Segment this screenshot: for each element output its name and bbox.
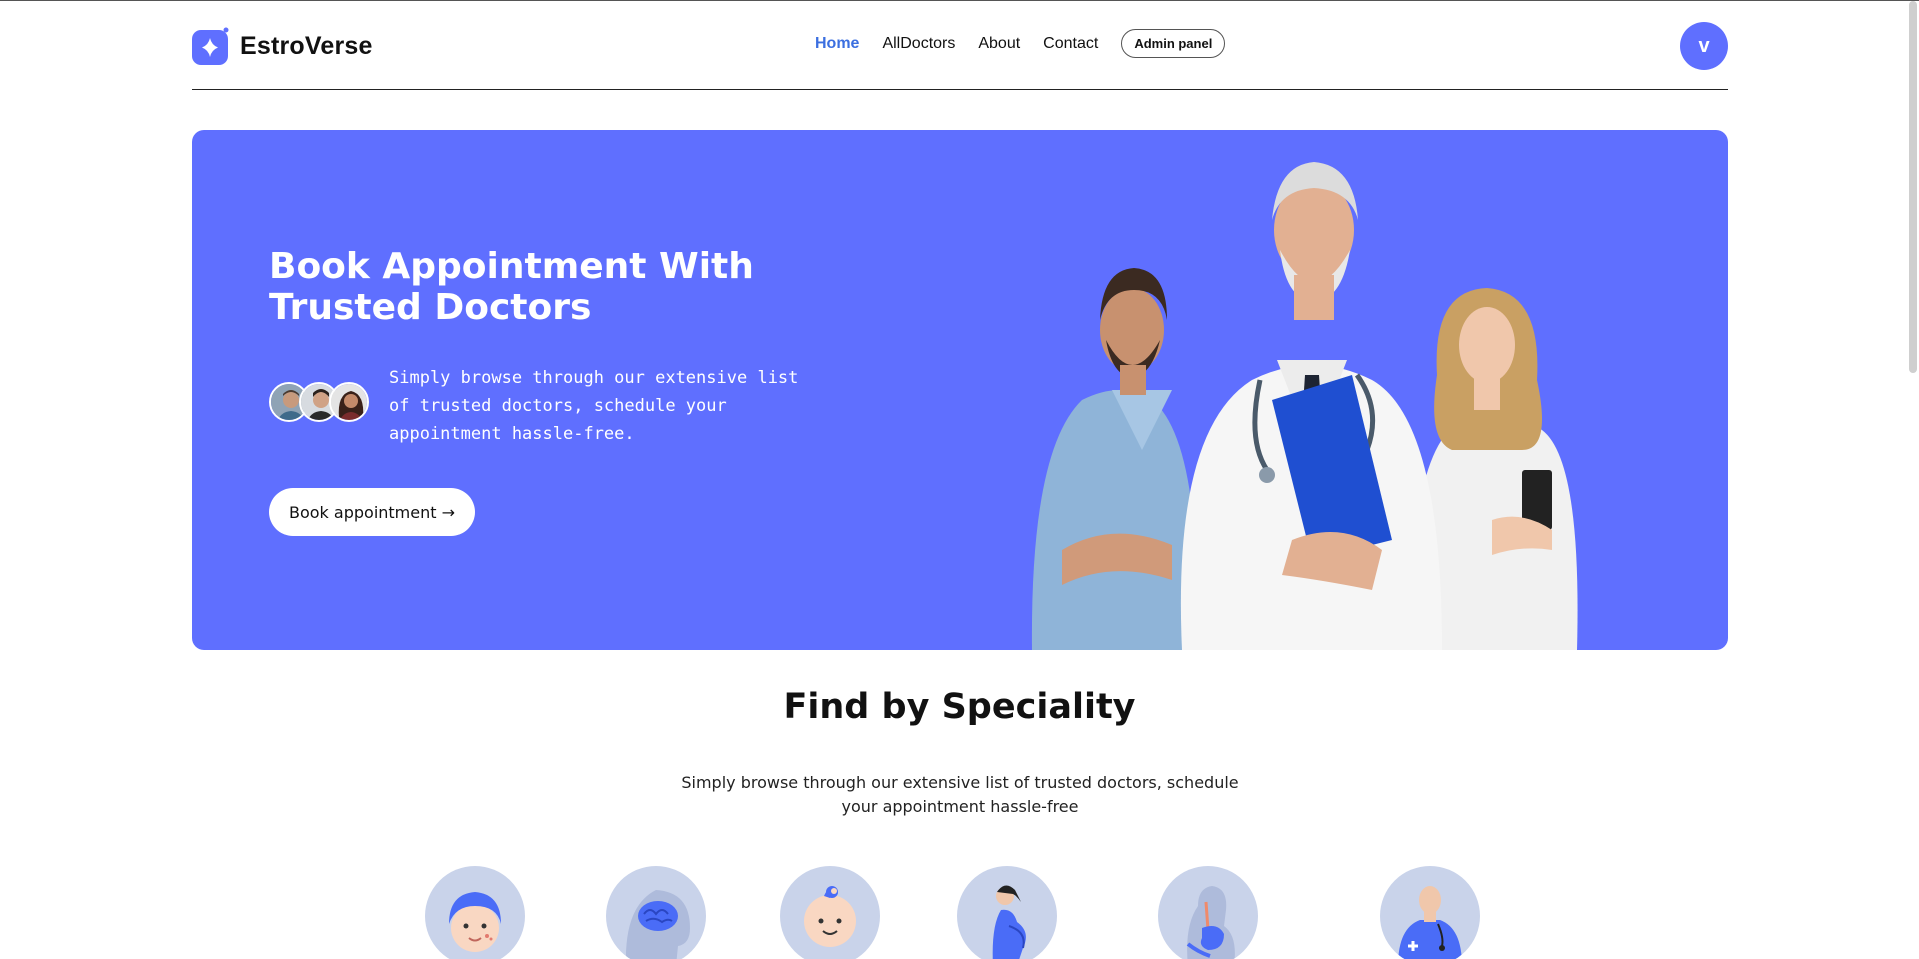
navbar: EstroVerse Home AllDoctors About Contact…	[192, 1, 1728, 90]
brand-name: EstroVerse	[240, 31, 373, 60]
brand[interactable]: EstroVerse	[192, 27, 373, 65]
speciality-neurologist[interactable]	[606, 866, 706, 959]
dermatologist-icon	[449, 892, 501, 952]
hero-description: Simply browse through our extensive list…	[389, 368, 799, 444]
user-avatar[interactable]: v	[1680, 22, 1728, 70]
scrollbar-thumb[interactable]	[1909, 1, 1917, 373]
hero-group-info: Simply browse through our extensive list…	[269, 364, 829, 448]
logo-icon	[192, 27, 229, 65]
page-scrollbar	[1907, 1, 1919, 959]
speciality-general-physician[interactable]	[1380, 866, 1480, 959]
pediatrician-icon	[804, 886, 856, 947]
book-appointment-button[interactable]: Book appointment →	[269, 488, 476, 536]
gynecologist-icon	[992, 885, 1026, 959]
nav-all-doctors[interactable]: AllDoctors	[882, 35, 955, 53]
profile-avatar	[329, 382, 369, 422]
admin-panel-button[interactable]: Admin panel	[1121, 29, 1226, 58]
doctors-group-image	[1031, 162, 1578, 650]
speciality-gynecologist[interactable]	[957, 866, 1057, 959]
speciality-pediatrician[interactable]	[780, 866, 880, 959]
nav-home[interactable]: Home	[815, 35, 859, 53]
general-physician-icon	[1398, 886, 1462, 959]
hero-title: Book Appointment With Trusted Doctors	[269, 246, 754, 328]
nav-contact[interactable]: Contact	[1043, 35, 1098, 53]
speciality-gastroenterologist[interactable]	[1158, 866, 1258, 959]
hero-banner: Book Appointment With Trusted Doctors Si…	[192, 130, 1728, 650]
speciality-title: Find by Speciality	[783, 687, 1136, 727]
gastroenterologist-icon	[1186, 886, 1235, 959]
neurologist-icon	[625, 890, 690, 959]
speciality-dermatologist[interactable]	[425, 866, 525, 959]
nav-links: Home AllDoctors About Contact Admin pane…	[815, 29, 1226, 58]
group-profiles	[269, 382, 369, 422]
nav-about[interactable]: About	[978, 35, 1020, 53]
speciality-description: Simply browse through our extensive list…	[681, 773, 1239, 816]
